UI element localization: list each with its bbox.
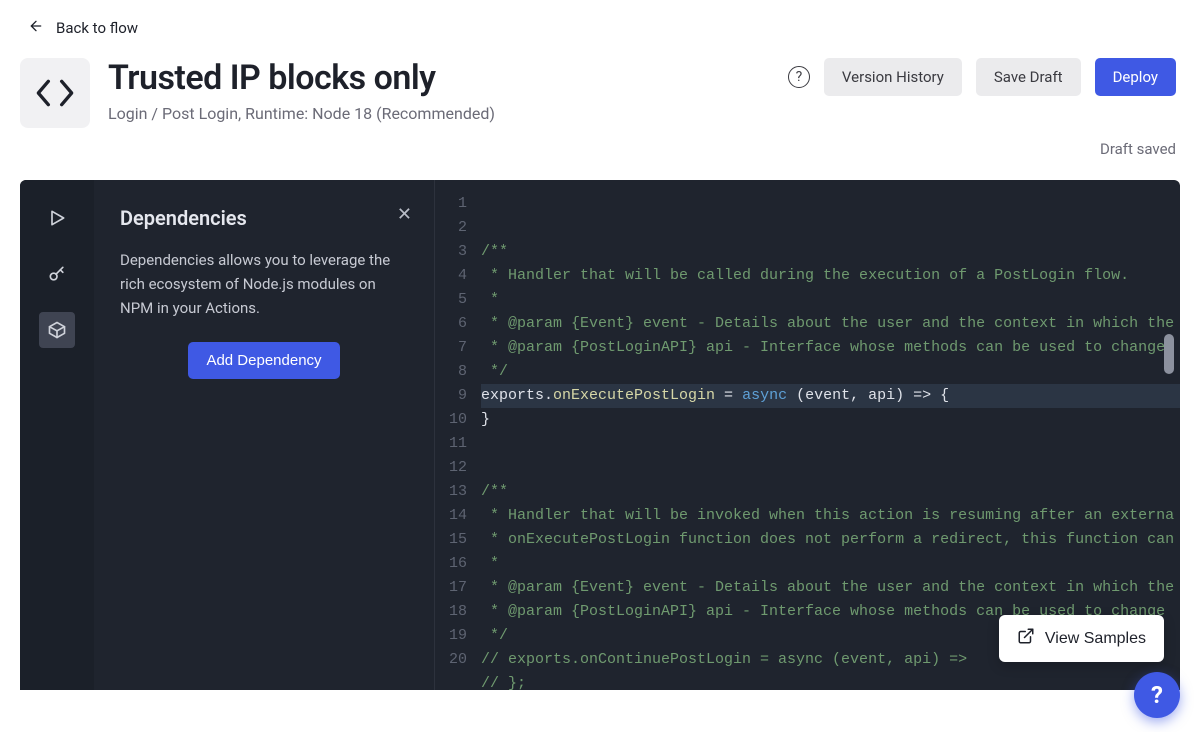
page-title: Trusted IP blocks only [108, 58, 770, 98]
editor-rail [20, 180, 94, 690]
rail-package-icon[interactable] [39, 312, 75, 348]
arrow-left-icon [28, 18, 44, 38]
rail-play-icon[interactable] [39, 200, 75, 236]
scrollbar-thumb[interactable] [1164, 334, 1174, 374]
view-samples-button[interactable]: View Samples [999, 615, 1164, 662]
external-link-icon [1017, 627, 1035, 650]
help-fab-icon[interactable]: ? [1134, 672, 1180, 718]
back-label: Back to flow [56, 19, 138, 37]
close-icon[interactable]: ✕ [397, 204, 412, 225]
code-lines[interactable]: /** * Handler that will be called during… [475, 180, 1180, 690]
back-link[interactable]: Back to flow [0, 0, 1200, 48]
version-history-button[interactable]: Version History [824, 58, 962, 96]
save-status: Draft saved [0, 140, 1200, 172]
add-dependency-button[interactable]: Add Dependency [188, 342, 339, 379]
page-subtitle: Login / Post Login, Runtime: Node 18 (Re… [108, 104, 770, 123]
rail-key-icon[interactable] [39, 256, 75, 292]
code-gutter: 1234567891011121314151617181920 [435, 180, 475, 690]
view-samples-label: View Samples [1045, 630, 1146, 648]
dependencies-panel: ✕ Dependencies Dependencies allows you t… [94, 180, 434, 690]
code-editor[interactable]: 1234567891011121314151617181920 /** * Ha… [434, 180, 1180, 690]
deploy-button[interactable]: Deploy [1095, 58, 1176, 96]
action-icon [20, 58, 90, 128]
panel-title: Dependencies [120, 206, 408, 230]
help-icon[interactable]: ? [788, 66, 810, 88]
save-draft-button[interactable]: Save Draft [976, 58, 1081, 96]
panel-description: Dependencies allows you to leverage the … [120, 248, 408, 320]
